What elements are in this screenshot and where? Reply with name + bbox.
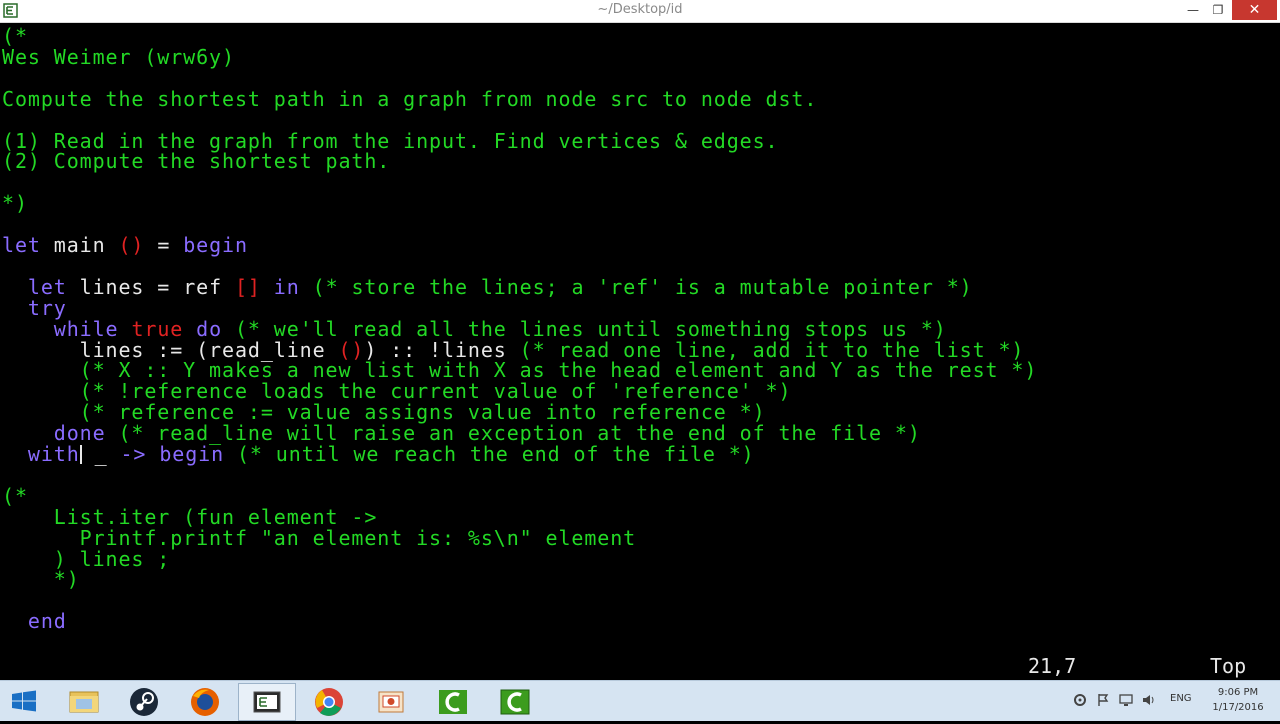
- code-token: main: [40, 233, 119, 257]
- cygwin-button[interactable]: [424, 683, 482, 721]
- terminal-button[interactable]: [238, 683, 296, 721]
- comment-token: (* store the lines; a 'ref' is a mutable…: [299, 274, 973, 299]
- code-line: (1) Read in the graph from the input. Fi…: [2, 130, 778, 152]
- comment-token: (2) Compute the shortest path.: [2, 149, 391, 174]
- comment-token: Compute the shortest path in a graph fro…: [2, 86, 818, 111]
- firefox-button[interactable]: [176, 683, 234, 721]
- scroll-indicator: Top: [1210, 654, 1247, 678]
- cygwin-icon: [500, 689, 530, 715]
- folder-icon: [69, 691, 99, 713]
- keyword-token: in: [273, 274, 300, 299]
- clock-date: 1/17/2016: [1212, 702, 1264, 713]
- gear-icon[interactable]: [1073, 693, 1087, 707]
- literal-token: (): [118, 233, 145, 257]
- code-line: ) lines ;: [2, 548, 170, 570]
- keyword-token: ->: [120, 442, 147, 466]
- literal-token: []: [234, 274, 261, 299]
- code-line: (* reference := value assigns value into…: [2, 402, 766, 423]
- code-line: (2) Compute the shortest path.: [2, 151, 390, 172]
- code-line: with _ -> begin (* until we reach the en…: [2, 444, 755, 465]
- comment-token: (* until we reach the end of the file *): [224, 442, 755, 466]
- clock-time: 9:06 PM: [1217, 687, 1259, 698]
- comment-token: *): [2, 567, 80, 592]
- comment-token: *): [2, 191, 28, 216]
- steam-button[interactable]: [115, 683, 173, 721]
- chrome-icon: [315, 688, 343, 716]
- code-line: done (* read_line will raise an exceptio…: [2, 423, 921, 444]
- keyword-token: let: [2, 233, 41, 257]
- scrollbar[interactable]: [1266, 23, 1280, 680]
- close-button[interactable]: ✕: [1232, 0, 1277, 20]
- minimize-button[interactable]: —: [1180, 0, 1206, 20]
- code-line: (*: [2, 26, 28, 47]
- code-line: while true do (* we'll read all the line…: [2, 318, 947, 340]
- terminal-editor[interactable]: (* Wes Weimer (wrw6y) Compute the shortest…: [0, 23, 1266, 680]
- keyword-token: end: [27, 609, 67, 634]
- code-line: *): [2, 569, 80, 590]
- code-line: lines := (read_line ()) :: !lines (* rea…: [2, 339, 1024, 361]
- keyword-token: with: [27, 442, 80, 466]
- comment-token: Wes Weimer (wrw6y): [2, 44, 235, 69]
- steam-icon: [130, 688, 158, 716]
- network-icon[interactable]: [1119, 693, 1133, 707]
- window-title: ~/Desktop/id: [597, 2, 683, 17]
- code-line: List.iter (fun element ->: [2, 506, 377, 528]
- cursor-position: 21,7: [1028, 654, 1077, 678]
- presentation-icon: [378, 691, 404, 713]
- code-line: Printf.printf "an element is: %s\n" elem…: [2, 527, 636, 549]
- language-indicator[interactable]: ENG: [1170, 693, 1192, 704]
- keyword-token: begin: [159, 442, 225, 466]
- code-line: (*: [2, 485, 28, 507]
- flag-icon[interactable]: [1096, 693, 1110, 707]
- code-token: _: [81, 442, 121, 466]
- code-line: Compute the shortest path in a graph fro…: [2, 86, 818, 111]
- cygwin-icon: [439, 690, 467, 714]
- code-line: let main () = begin: [2, 235, 248, 256]
- title-bar: ~/Desktop/id — ❐ ✕: [0, 0, 1280, 23]
- maximize-button[interactable]: ❐: [1206, 0, 1230, 20]
- clock[interactable]: 9:06 PM 1/17/2016: [1206, 685, 1270, 715]
- code-token: =: [144, 233, 184, 257]
- code-token: lines = ref: [66, 274, 235, 299]
- file-explorer-button[interactable]: [55, 683, 113, 721]
- firefox-icon: [191, 688, 219, 716]
- chrome-button[interactable]: [300, 683, 358, 721]
- code-line: end: [2, 611, 67, 632]
- code-line: Wes Weimer (wrw6y): [2, 44, 235, 69]
- powerpoint-button[interactable]: [362, 683, 420, 721]
- code-line: *): [2, 193, 28, 214]
- cygwin-button-2[interactable]: [486, 683, 544, 721]
- taskbar: ENG 9:06 PM 1/17/2016: [0, 680, 1280, 721]
- code-line: (* X :: Y makes a new list with X as the…: [2, 360, 1037, 381]
- code-line: (* !reference loads the current value of…: [2, 381, 791, 402]
- windows-start-icon[interactable]: [0, 681, 50, 721]
- keyword-token: begin: [183, 233, 248, 257]
- code-line: let lines = ref [] in (* store the lines…: [2, 274, 973, 299]
- terminal-icon: [253, 691, 281, 713]
- code-line: try: [2, 297, 67, 319]
- volume-icon[interactable]: [1142, 693, 1156, 707]
